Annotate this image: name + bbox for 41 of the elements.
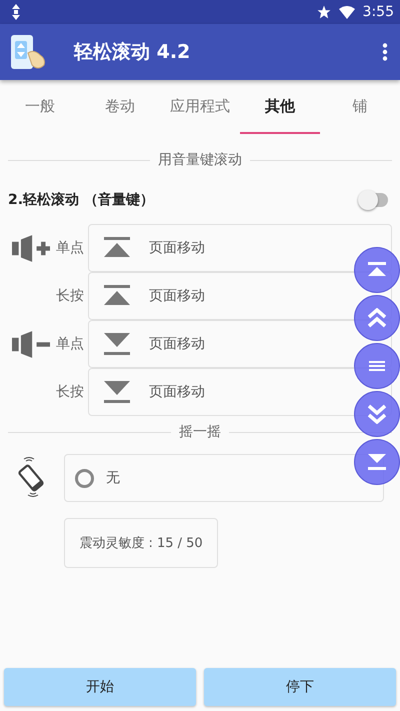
scroll-top-icon xyxy=(103,237,131,259)
action-dropdown[interactable]: 页面移动 xyxy=(88,272,392,320)
wifi-icon xyxy=(338,6,355,18)
volume-down-icon xyxy=(12,330,50,358)
press-label: 长按 xyxy=(55,383,84,401)
press-label: 长按 xyxy=(55,287,84,305)
clock-time: 3:55 xyxy=(362,4,394,20)
scroll-top-icon xyxy=(368,262,386,278)
scroll-bottom-icon xyxy=(103,333,131,355)
scroll-top-icon xyxy=(103,285,131,307)
action-dropdown[interactable]: 页面移动 xyxy=(88,224,392,272)
tab[interactable]: 其他 xyxy=(240,80,320,134)
app-title: 轻松滚动 4.2 xyxy=(74,40,192,65)
action-button[interactable]: 开始 xyxy=(4,668,196,706)
volume-up-icon xyxy=(12,234,50,262)
scroll-bottom-icon xyxy=(368,454,386,470)
tab[interactable]: 一般 xyxy=(0,80,80,134)
press-label: 单点 xyxy=(55,239,84,257)
star-icon xyxy=(316,5,331,19)
section-title: 用音量键滚动 xyxy=(158,151,242,169)
menu-icon xyxy=(369,361,385,371)
tab[interactable]: 卷动 xyxy=(80,80,160,134)
double-chevron-down-icon xyxy=(368,404,386,424)
app-logo-icon xyxy=(10,33,48,71)
floating-scroll-menu[interactable] xyxy=(354,246,400,486)
press-label: 单点 xyxy=(55,335,84,353)
floating-scroll-button[interactable] xyxy=(354,439,400,485)
section-title: 摇一摇 xyxy=(179,423,221,441)
double-chevron-up-icon xyxy=(368,308,386,328)
scroll-bottom-icon xyxy=(103,381,131,403)
setting-label: 2.轻松滚动 （音量键） xyxy=(8,191,155,209)
tab[interactable]: 应用程式 xyxy=(160,80,240,134)
scroll-arrows-icon xyxy=(12,4,20,20)
overflow-menu-icon[interactable] xyxy=(382,43,388,61)
sensitivity-button[interactable]: 震动灵敏度 : 15 / 50 xyxy=(64,518,218,568)
action-button[interactable]: 停下 xyxy=(204,668,396,706)
tab[interactable]: 铺 xyxy=(320,80,400,134)
radio-button[interactable] xyxy=(75,468,94,488)
action-dropdown[interactable]: 页面移动 xyxy=(88,320,392,368)
action-dropdown[interactable]: 页面移动 xyxy=(88,368,392,416)
floating-scroll-button[interactable] xyxy=(354,391,400,437)
